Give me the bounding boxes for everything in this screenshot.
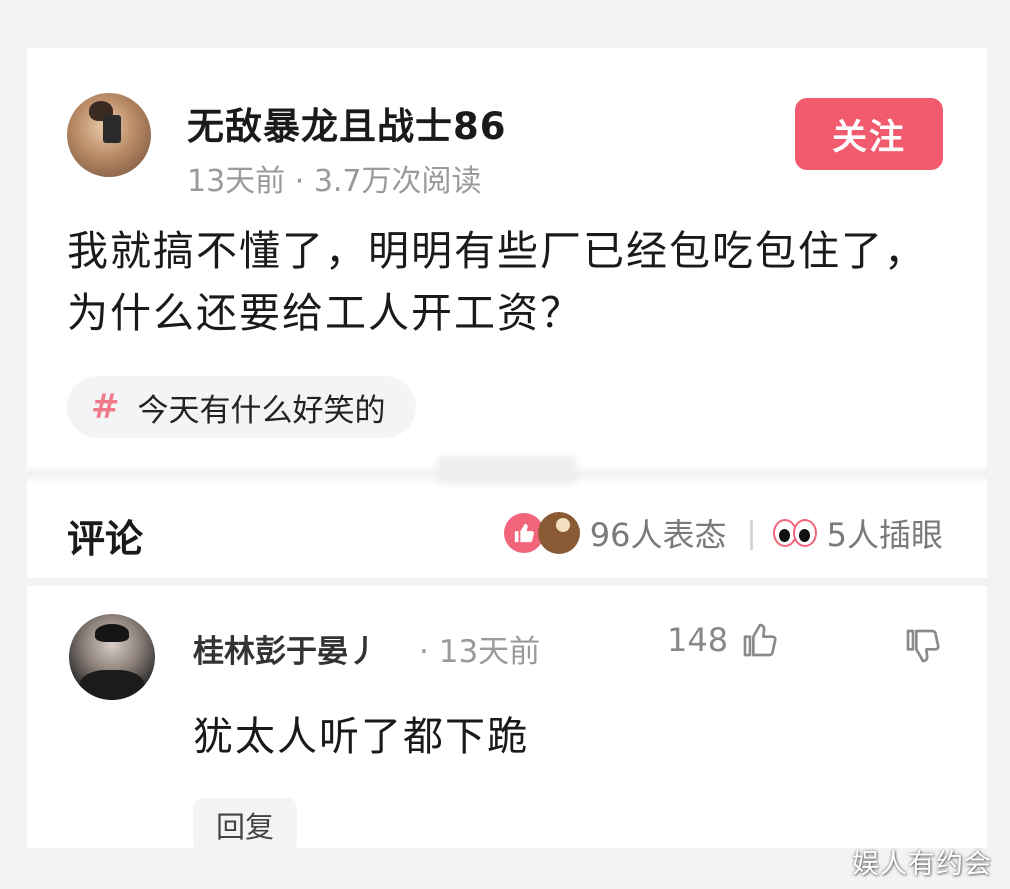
eyes-icon bbox=[772, 519, 817, 547]
reaction-icons bbox=[503, 512, 580, 554]
avatar-suit-shape bbox=[79, 670, 145, 700]
comment-time-value: 13天前 bbox=[438, 634, 541, 670]
commenter-name[interactable]: 桂林彭于晏丿 bbox=[193, 626, 379, 671]
reply-button[interactable]: 回复 bbox=[193, 798, 297, 852]
reactions-separator: | bbox=[746, 515, 757, 551]
reactions-count-label: 96人表态 bbox=[589, 516, 727, 554]
follow-button[interactable]: 关注 bbox=[795, 98, 943, 170]
post-time: 13天前 bbox=[187, 164, 286, 199]
owl-reaction-icon bbox=[537, 512, 580, 554]
avatar-hair-shape bbox=[95, 624, 129, 642]
author-name[interactable]: 无敌暴龙且战士86 bbox=[187, 96, 507, 150]
post-meta: 13天前 · 3.7万次阅读 bbox=[187, 156, 482, 200]
post-views: 3.7万次阅读 bbox=[313, 164, 482, 199]
author-avatar[interactable] bbox=[67, 93, 151, 177]
blurred-mark bbox=[437, 456, 577, 484]
avatar-phone-shape bbox=[103, 115, 121, 143]
meta-dot: · bbox=[294, 164, 314, 199]
comment-time: · 13天前 bbox=[419, 634, 541, 670]
reactions-summary[interactable]: 96人表态 | 5人插眼 bbox=[503, 510, 943, 556]
commenter-avatar[interactable] bbox=[69, 614, 155, 700]
comment-like-button[interactable]: 148 bbox=[667, 620, 780, 660]
post-text: 我就搞不懂了，明明有些厂已经包吃包住了，为什么还要给工人开工资？ bbox=[67, 227, 927, 337]
topic-label: 今天有什么好笑的 bbox=[137, 392, 386, 429]
eyes-count-label: 5人插眼 bbox=[826, 516, 943, 554]
thumbs-up-icon bbox=[743, 623, 777, 657]
comment-dislike-button[interactable] bbox=[903, 626, 943, 670]
thumbs-down-icon bbox=[906, 629, 940, 663]
post-card: 无敌暴龙且战士86 13天前 · 3.7万次阅读 关注 我就搞不懂了，明明有些厂… bbox=[27, 48, 987, 852]
topic-chip[interactable]: # 今天有什么好笑的 bbox=[67, 376, 416, 438]
comments-divider bbox=[27, 578, 987, 586]
hashtag-icon: # bbox=[91, 387, 120, 427]
comment-text: 犹太人听了都下跪 bbox=[193, 714, 529, 760]
comments-title: 评论 bbox=[67, 517, 144, 561]
watermark: 娱人有约会 bbox=[852, 849, 992, 880]
comment-like-count: 148 bbox=[667, 621, 729, 659]
right-eye-shape bbox=[792, 519, 817, 547]
